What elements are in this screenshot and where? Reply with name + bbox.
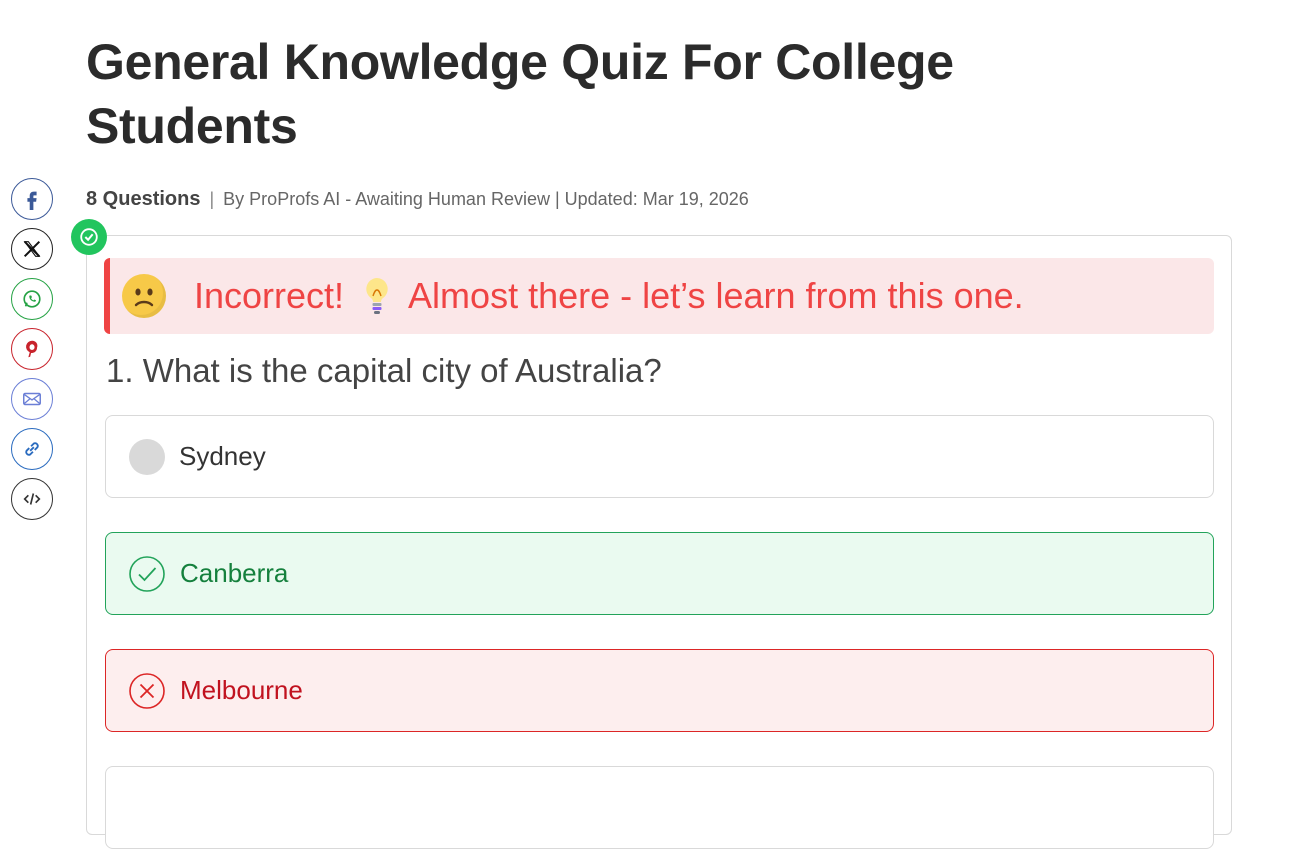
pinterest-icon — [26, 340, 38, 358]
slightly-frowning-face-icon — [122, 274, 166, 318]
option-label: Canberra — [180, 558, 289, 588]
page-title: General Knowledge Quiz For College Stude… — [86, 34, 954, 154]
check-circle-icon — [80, 228, 98, 246]
share-pinterest-button[interactable] — [11, 328, 53, 370]
byline: By ProProfs AI - Awaiting Human Review |… — [223, 188, 749, 209]
option-label: Sydney — [179, 441, 266, 471]
answer-option-canberra[interactable]: Canberra — [105, 532, 1214, 615]
option-label: Melbourne — [180, 675, 303, 705]
copy-link-button[interactable] — [11, 428, 53, 470]
answer-option-melbourne[interactable]: Melbourne — [105, 649, 1214, 732]
embed-button[interactable] — [11, 478, 53, 520]
radio-icon — [129, 438, 165, 475]
completion-badge — [71, 219, 107, 255]
question-count: 8 Questions — [86, 187, 201, 210]
share-whatsapp-button[interactable] — [11, 278, 53, 320]
facebook-icon — [27, 191, 37, 210]
link-icon — [25, 442, 39, 456]
light-bulb-icon — [366, 278, 388, 314]
share-email-button[interactable] — [11, 378, 53, 420]
whatsapp-icon — [23, 290, 41, 308]
correct-check-icon — [129, 555, 165, 592]
feedback-banner: Incorrect! Almost there - let’s learn fr… — [104, 258, 1214, 334]
meta-separator: | — [209, 188, 215, 209]
feedback-status: Incorrect! — [194, 275, 345, 316]
email-icon — [23, 392, 41, 406]
answer-option-fourth[interactable] — [105, 766, 1214, 849]
incorrect-x-icon — [129, 672, 165, 709]
x-icon — [23, 240, 41, 258]
quiz-meta: 8 Questions | By ProProfs AI - Awaiting … — [86, 186, 749, 212]
question-text: 1. What is the capital city of Australia… — [106, 352, 662, 389]
share-bar — [11, 178, 57, 520]
embed-icon — [23, 493, 41, 505]
feedback-message: Almost there - let’s learn from this one… — [408, 275, 1024, 316]
share-facebook-button[interactable] — [11, 178, 53, 220]
answer-option-sydney[interactable]: Sydney — [105, 415, 1214, 498]
share-x-button[interactable] — [11, 228, 53, 270]
